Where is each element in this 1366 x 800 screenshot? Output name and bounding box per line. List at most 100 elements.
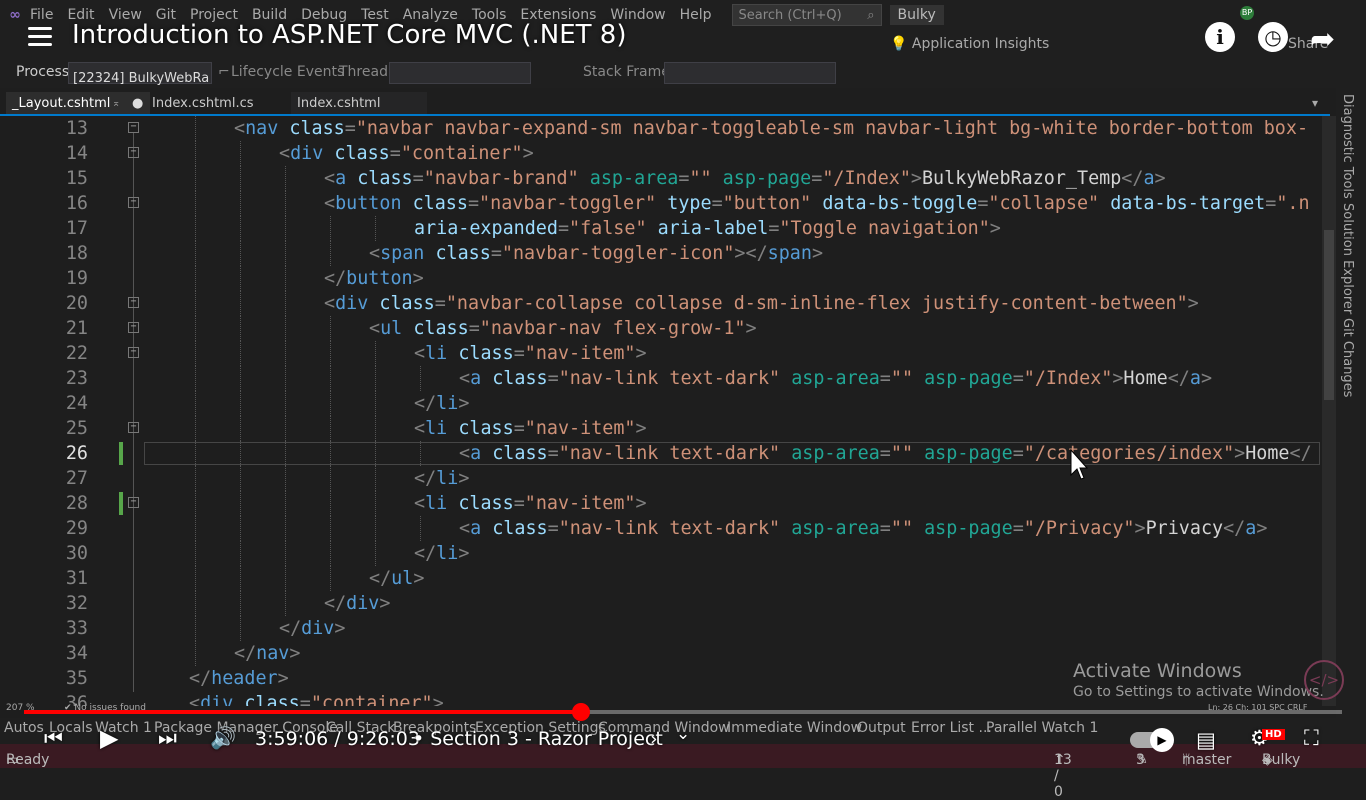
watch-later-clock-icon[interactable]: ◷ bbox=[1258, 22, 1288, 52]
code-text: </li> bbox=[414, 468, 470, 489]
indent-guide bbox=[330, 366, 331, 391]
indent-guide bbox=[195, 241, 196, 266]
indent-guide bbox=[240, 191, 241, 216]
code-line[interactable]: 13 − <nav class="navbar navbar-expand-sm n… bbox=[0, 116, 1322, 141]
expand-chevron-down-icon[interactable]: ⌄ bbox=[676, 724, 690, 744]
previous-icon[interactable]: ⏮ bbox=[44, 726, 63, 751]
fold-toggle-icon[interactable]: − bbox=[128, 322, 139, 333]
code-line[interactable]: 24 </li> bbox=[0, 391, 1322, 416]
indent-guide bbox=[330, 316, 331, 341]
playlist-menu-icon[interactable] bbox=[28, 27, 52, 51]
indent-guide bbox=[195, 416, 196, 441]
code-line[interactable]: 27 </li> bbox=[0, 466, 1322, 491]
code-line[interactable]: 17 aria-expanded="false" aria-label="Togg… bbox=[0, 216, 1322, 241]
modified-dot-icon[interactable]: ● bbox=[132, 92, 143, 116]
code-text: <a class="nav-link text-dark" asp-area="… bbox=[459, 443, 1312, 464]
tab-overflow-chevron-icon[interactable]: ▾ bbox=[1312, 96, 1318, 110]
tab-index-cshtml-cs[interactable]: Index.cshtml.cs bbox=[146, 92, 292, 114]
code-line[interactable]: 16 − <button class="navbar-toggler" type="… bbox=[0, 191, 1322, 216]
indent-guide bbox=[285, 291, 286, 316]
git-changes-tab[interactable]: Git Changes bbox=[1340, 318, 1355, 397]
code-line[interactable]: 33 </div> bbox=[0, 616, 1322, 641]
scrollbar-thumb[interactable] bbox=[1324, 230, 1334, 400]
code-editor[interactable]: 13 − <nav class="navbar navbar-expand-sm n… bbox=[0, 116, 1322, 706]
code-text: <button class="navbar-toggler" type="but… bbox=[324, 193, 1310, 214]
lifecycle-events-button[interactable]: Lifecycle Events bbox=[231, 64, 344, 80]
fullscreen-icon[interactable]: ⛶ bbox=[1304, 726, 1319, 751]
indent-guide bbox=[375, 441, 376, 466]
menu-file[interactable]: File bbox=[30, 7, 53, 23]
code-line[interactable]: 26 <a class="nav-link text-dark" asp-area… bbox=[0, 441, 1322, 466]
indent-guide bbox=[240, 266, 241, 291]
indent-guide bbox=[195, 291, 196, 316]
tab-index-cshtml[interactable]: Index.cshtml bbox=[291, 92, 427, 114]
code-line[interactable]: 29 <a class="nav-link text-dark" asp-area… bbox=[0, 516, 1322, 541]
diagnostic-tools-tab[interactable]: Diagnostic Tools bbox=[1340, 94, 1355, 199]
stack-frame-label: Stack Frame: bbox=[583, 64, 675, 80]
code-line[interactable]: 31 </ul> bbox=[0, 566, 1322, 591]
code-line[interactable]: 22 − <li class="nav-item"> bbox=[0, 341, 1322, 366]
code-text: <li class="nav-item"> bbox=[414, 493, 647, 514]
tab-layout-cshtml[interactable]: _Layout.cshtml ⌅ ● bbox=[6, 92, 150, 116]
chapter-chevron-icon[interactable]: › bbox=[650, 728, 658, 750]
pin-icon[interactable]: ⌅ bbox=[112, 92, 120, 116]
account-avatar[interactable]: BP bbox=[1240, 6, 1254, 20]
search-input[interactable]: Search (Ctrl+Q) ⌕ bbox=[731, 4, 882, 26]
code-line[interactable]: 15 <a class="navbar-brand" asp-area="" as… bbox=[0, 166, 1322, 191]
document-tabs: _Layout.cshtml ⌅ ● Index.cshtml.cs Index… bbox=[0, 92, 1330, 116]
code-text: <div class="navbar-collapse collapse d-s… bbox=[324, 293, 1199, 314]
indent-guide bbox=[285, 241, 286, 266]
video-title[interactable]: Introduction to ASP.NET Core MVC (.NET 8… bbox=[72, 20, 626, 50]
code-text: </nav> bbox=[234, 643, 301, 664]
subtitles-icon[interactable]: ▤ bbox=[1196, 728, 1216, 752]
lifecycle-icon: ⌐ bbox=[218, 64, 230, 80]
indent-guide bbox=[330, 416, 331, 441]
code-text: <a class="nav-link text-dark" asp-area="… bbox=[459, 518, 1268, 539]
volume-icon[interactable]: 🔊 bbox=[210, 726, 236, 751]
play-icon[interactable]: ▶ bbox=[100, 724, 118, 752]
indent-guide bbox=[375, 416, 376, 441]
indent-guide bbox=[285, 516, 286, 541]
code-line[interactable]: 30 </li> bbox=[0, 541, 1322, 566]
fold-toggle-icon[interactable]: − bbox=[128, 347, 139, 358]
hd-badge: HD bbox=[1262, 729, 1285, 740]
tab-label: Index.cshtml.cs bbox=[152, 96, 254, 111]
line-number: 21 bbox=[65, 318, 88, 339]
indent-guide bbox=[195, 341, 196, 366]
fold-toggle-icon[interactable]: − bbox=[128, 197, 139, 208]
code-line[interactable]: 14 − <div class="container"> bbox=[0, 141, 1322, 166]
indent-guide bbox=[240, 216, 241, 241]
code-line[interactable]: 19 </button> bbox=[0, 266, 1322, 291]
code-text: </li> bbox=[414, 393, 470, 414]
fold-toggle-icon[interactable]: − bbox=[128, 297, 139, 308]
code-line[interactable]: 18 <span class="navbar-toggler-icon"></sp… bbox=[0, 241, 1322, 266]
thread-combo[interactable] bbox=[389, 62, 531, 84]
code-line[interactable]: 25 − <li class="nav-item"> bbox=[0, 416, 1322, 441]
fold-toggle-icon[interactable]: − bbox=[128, 497, 139, 508]
share-arrow-icon[interactable]: ➦ bbox=[1310, 22, 1335, 57]
stack-frame-combo[interactable] bbox=[664, 62, 836, 84]
application-insights-button[interactable]: 💡 Application Insights bbox=[890, 36, 1049, 52]
process-combo[interactable]: [22324] BulkyWebRa bbox=[68, 62, 212, 86]
autoplay-toggle[interactable]: ▶ bbox=[1130, 728, 1174, 752]
fold-toggle-icon[interactable]: − bbox=[128, 147, 139, 158]
menu-help[interactable]: Help bbox=[680, 7, 712, 23]
code-line[interactable]: 21 − <ul class="navbar-nav flex-grow-1"> bbox=[0, 316, 1322, 341]
code-line[interactable]: 20 − <div class="navbar-collapse collapse … bbox=[0, 291, 1322, 316]
code-line[interactable]: 28 − <li class="nav-item"> bbox=[0, 491, 1322, 516]
info-icon[interactable]: i bbox=[1205, 22, 1235, 52]
video-progress-bar[interactable] bbox=[24, 703, 1342, 721]
next-icon[interactable]: ⏭ bbox=[158, 726, 177, 751]
fold-toggle-icon[interactable]: − bbox=[128, 122, 139, 133]
indent-guide bbox=[240, 491, 241, 516]
code-line[interactable]: 32 </div> bbox=[0, 591, 1322, 616]
chapter-title[interactable]: • Section 3 - Razor Project bbox=[413, 728, 663, 750]
fold-toggle-icon[interactable]: − bbox=[128, 422, 139, 433]
indent-guide bbox=[240, 466, 241, 491]
code-line[interactable]: 23 <a class="nav-link text-dark" asp-area… bbox=[0, 366, 1322, 391]
indent-guide bbox=[195, 441, 196, 466]
solution-explorer-tab[interactable]: Solution Explorer bbox=[1340, 203, 1355, 314]
indent-guide bbox=[330, 541, 331, 566]
indent-guide bbox=[240, 141, 241, 166]
editor-vertical-scrollbar[interactable] bbox=[1322, 116, 1336, 706]
